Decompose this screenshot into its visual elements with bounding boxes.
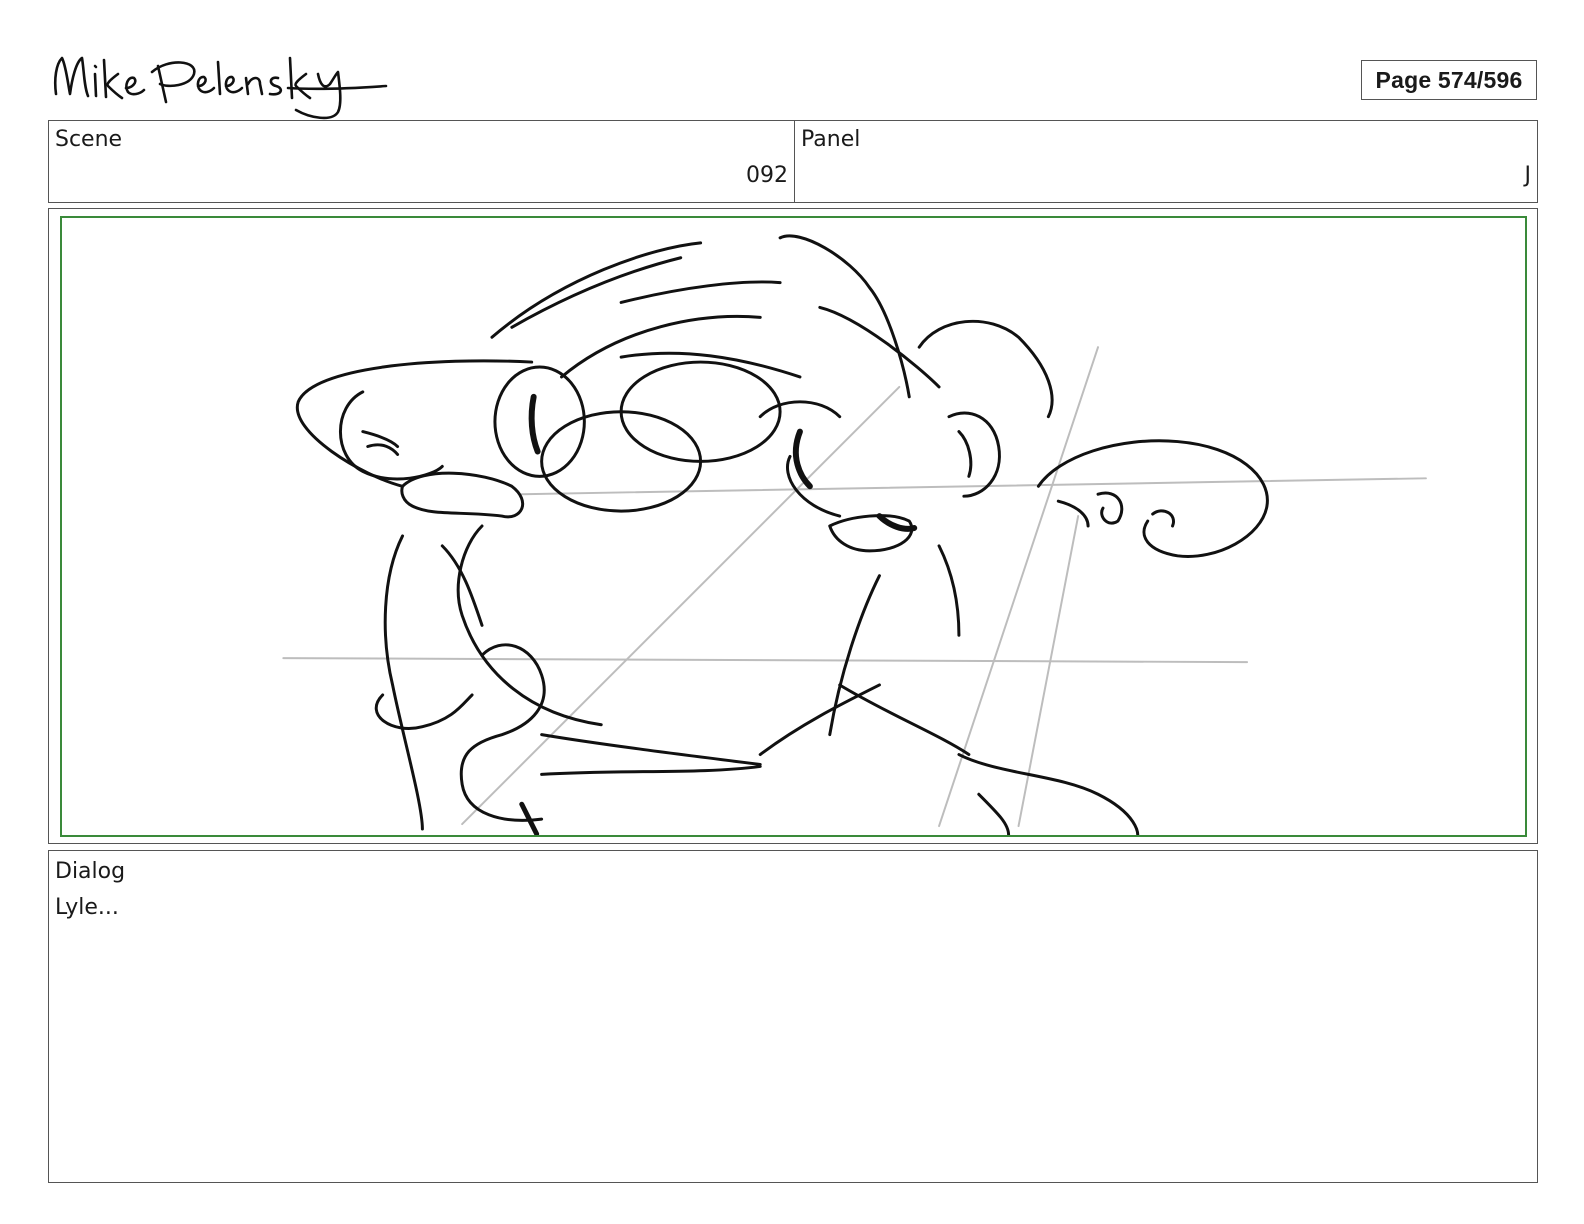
storyboard-frame	[48, 208, 1538, 844]
construction-lines	[282, 346, 1427, 828]
scene-value: 092	[746, 163, 788, 188]
dialog-box: Dialog Lyle...	[48, 850, 1538, 1183]
panel-value: J	[1524, 163, 1532, 188]
signature-svg	[53, 56, 388, 120]
ink-lines	[295, 234, 1269, 835]
dialog-text: Lyle...	[55, 895, 119, 920]
storyboard-panel-area	[60, 216, 1527, 837]
page-indicator: Page 574/596	[1361, 60, 1537, 100]
scene-label: Scene	[55, 127, 123, 152]
scene-cell: Scene 092	[49, 121, 795, 202]
scene-panel-row: Scene 092 Panel J	[48, 120, 1538, 203]
artist-signature-logo	[48, 44, 393, 122]
panel-label: Panel	[801, 127, 861, 152]
storyboard-sketch	[282, 234, 1427, 835]
dialog-label: Dialog	[55, 859, 126, 884]
panel-cell: Panel J	[795, 121, 1537, 202]
